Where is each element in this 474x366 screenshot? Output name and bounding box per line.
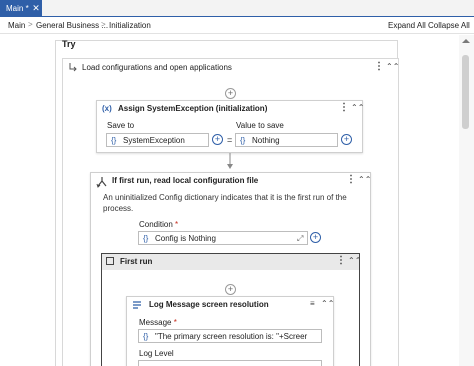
sequence-title: Load configurations and open application…	[82, 63, 232, 72]
log-message-title: Log Message screen resolution	[149, 300, 269, 309]
log-message-icon	[133, 301, 141, 309]
close-tab-icon[interactable]: ✕	[31, 2, 41, 14]
if-title: If first run, read local configuration f…	[112, 176, 259, 185]
connector-arrow-icon	[227, 153, 233, 169]
document-tab-strip: Main * ✕	[0, 0, 474, 17]
if-collapse-icon[interactable]: ⌃⌃	[358, 175, 371, 184]
message-label-text: Message	[139, 318, 172, 327]
condition-field[interactable]: {} Config is Nothing ⤢	[138, 231, 308, 245]
log-level-label: Log Level	[139, 349, 174, 358]
scrollbar-thumb[interactable]	[462, 55, 469, 129]
save-to-field[interactable]: {} SystemException	[106, 133, 209, 147]
expand-all-button[interactable]: Expand All	[388, 21, 426, 30]
assign-title: Assign SystemException (initialization)	[118, 104, 268, 113]
try-label: Try	[62, 39, 76, 49]
expression-icon: {}	[240, 136, 246, 145]
condition-value: Config is Nothing	[155, 234, 216, 243]
first-run-collapse-icon[interactable]: ⌃⌃	[348, 256, 361, 265]
breadcrumb-bar: Main > General Business ... > Initializa…	[0, 17, 474, 34]
expression-icon: {}	[143, 234, 149, 243]
add-activity-button[interactable]: +	[225, 284, 236, 295]
required-mark: *	[175, 220, 179, 229]
sequence-kebab-menu-icon[interactable]: ⋮	[374, 62, 384, 72]
log-message-settings-icon[interactable]: ≡	[310, 299, 315, 308]
assign-icon: (x)	[102, 104, 112, 113]
message-field[interactable]: {} "The primary screen resolution is: "+…	[138, 329, 322, 343]
value-to-save-plus-icon[interactable]: +	[341, 134, 352, 145]
assign-collapse-icon[interactable]: ⌃⌃	[351, 103, 364, 112]
breadcrumb-item-main[interactable]: Main	[8, 21, 25, 30]
expression-icon: {}	[143, 332, 149, 341]
log-level-field[interactable]	[138, 360, 322, 366]
first-run-title: First run	[120, 257, 153, 266]
if-description: An uninitialized Config dictionary indic…	[103, 193, 347, 213]
equals-sign: =	[227, 135, 233, 145]
collapse-all-button[interactable]: Collapse All	[428, 21, 470, 30]
message-value: "The primary screen resolution is: "+Scr…	[155, 332, 308, 341]
log-message-collapse-icon[interactable]: ⌃⌃	[321, 299, 334, 308]
expand-editor-icon[interactable]: ⤢	[297, 234, 303, 244]
assign-kebab-menu-icon[interactable]: ⋮	[339, 103, 349, 113]
chevron-right-icon: >	[28, 20, 33, 29]
value-to-save-value: Nothing	[252, 136, 280, 145]
save-to-plus-icon[interactable]: +	[212, 134, 223, 145]
chevron-right-icon: >	[101, 20, 106, 29]
if-branch-icon	[96, 177, 107, 188]
condition-label-text: Condition	[139, 220, 173, 229]
message-label: Message *	[139, 318, 177, 327]
save-to-label: Save to	[107, 121, 135, 130]
expression-icon: {}	[111, 136, 117, 145]
first-run-kebab-menu-icon[interactable]: ⋮	[336, 256, 346, 266]
required-mark: *	[173, 318, 177, 327]
condition-plus-icon[interactable]: +	[310, 232, 321, 243]
value-to-save-label: Value to save	[236, 121, 284, 130]
condition-label: Condition *	[139, 220, 178, 229]
scroll-up-icon[interactable]	[462, 39, 470, 43]
breadcrumb-item-initialization[interactable]: Initialization	[109, 21, 151, 30]
save-to-value: SystemException	[123, 136, 185, 145]
tab-main-label: Main *	[6, 4, 29, 13]
sequence-collapse-icon[interactable]: ⌃⌃	[386, 62, 399, 71]
value-to-save-field[interactable]: {} Nothing	[235, 133, 338, 147]
breadcrumb-item-general-business[interactable]: General Business ...	[36, 21, 108, 30]
sequence-icon	[69, 63, 77, 72]
first-run-sequence-icon	[106, 257, 114, 265]
if-kebab-menu-icon[interactable]: ⋮	[346, 175, 356, 185]
add-activity-button[interactable]: +	[225, 88, 236, 99]
